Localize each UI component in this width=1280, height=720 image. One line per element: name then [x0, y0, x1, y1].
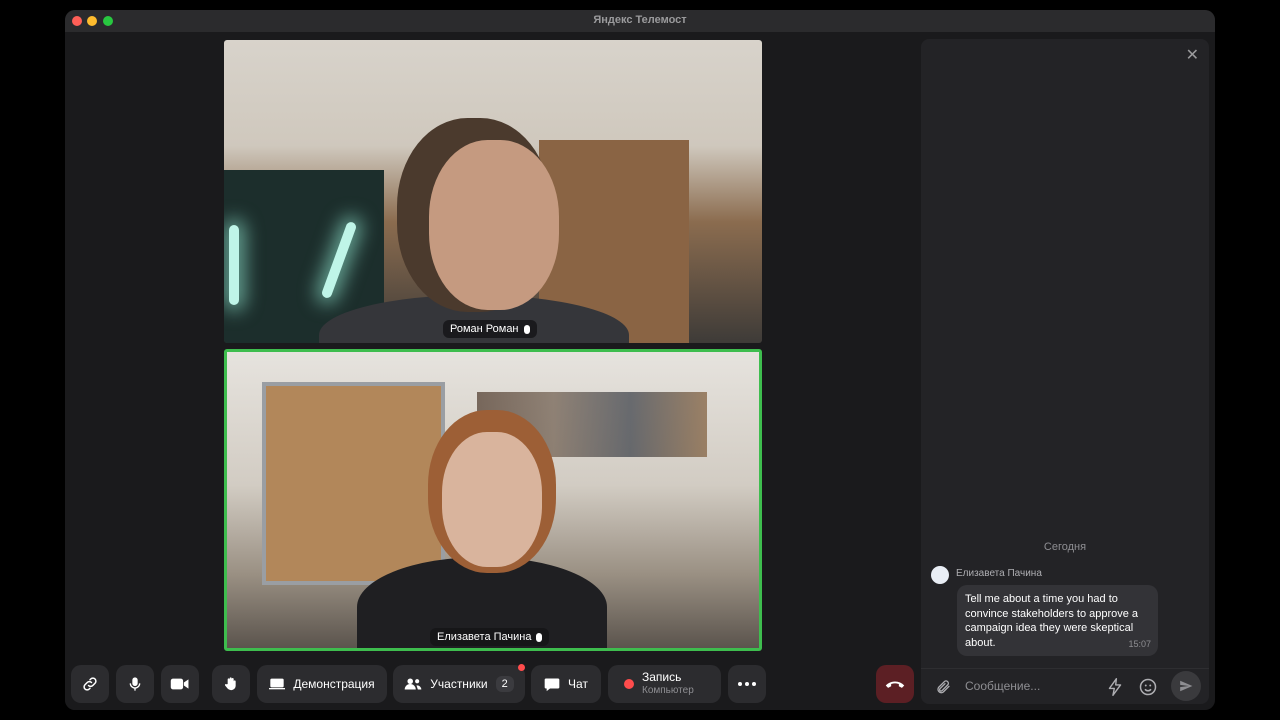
participants-label: Участники [430, 677, 488, 691]
hand-icon [224, 677, 236, 691]
participant-name: Елизавета Пачина [437, 631, 532, 643]
chat-panel: ✕ Сегодня Елизавета Пачина Tell me about… [921, 39, 1209, 704]
more-button[interactable] [728, 665, 766, 703]
screen-share-label: Демонстрация [293, 677, 375, 691]
camera-icon [170, 678, 189, 690]
participants-button[interactable]: Участники 2 [393, 664, 525, 703]
message-author: Елизавета Пачина [956, 568, 1042, 579]
chat-label: Чат [568, 677, 588, 691]
chat-icon [544, 678, 560, 691]
screen-share-button[interactable]: Демонстрация [257, 665, 387, 703]
hang-up-icon [885, 681, 905, 688]
link-icon [83, 677, 97, 691]
message-time: 15:07 [1128, 638, 1151, 649]
camera-button[interactable] [161, 665, 199, 703]
raise-hand-button[interactable] [212, 665, 250, 703]
mic-icon [129, 677, 141, 691]
participant-name: Роман Роман [450, 323, 519, 335]
screen-icon [269, 678, 286, 690]
hang-up-button[interactable] [876, 665, 914, 703]
paperclip-icon[interactable] [935, 678, 951, 696]
mic-icon [523, 324, 530, 334]
participant-name-tag: Елизавета Пачина [430, 628, 550, 646]
mic-icon [536, 632, 543, 642]
participant-name-tag: Роман Роман [443, 320, 537, 338]
close-icon[interactable]: ✕ [1186, 45, 1199, 65]
video-tile-roman[interactable]: Роман Роман [224, 40, 762, 343]
participant-head [442, 432, 542, 567]
more-icon [738, 682, 756, 686]
video-stage: Роман Роман Елизавета Пачина Демонстраци… [65, 32, 920, 710]
record-button[interactable]: Запись Компьютер [608, 665, 721, 703]
record-icon [624, 679, 634, 689]
title-bar: Яндекс Телемост [65, 10, 1215, 32]
notification-dot [518, 664, 525, 671]
day-separator: Сегодня [1043, 541, 1087, 553]
message-text: Tell me about a time you had to convince… [965, 593, 1139, 649]
message-composer: Сообщение... [921, 668, 1209, 704]
lightning-icon[interactable] [1108, 678, 1122, 696]
participant-head [429, 140, 559, 310]
chat-button[interactable]: Чат [531, 665, 601, 703]
emoji-icon[interactable] [1139, 678, 1157, 696]
video-tile-elizaveta[interactable]: Елизавета Пачина [224, 349, 762, 651]
message-input[interactable]: Сообщение... [965, 679, 1040, 693]
cork-board [262, 382, 445, 585]
record-text: Запись Компьютер [642, 670, 694, 698]
app-window: Яндекс Телемост Роман Роман Елизавета Па… [65, 10, 1215, 710]
record-label: Запись [642, 670, 682, 684]
window-title: Яндекс Телемост [593, 14, 687, 26]
record-sublabel: Компьютер [642, 685, 694, 696]
avatar [931, 566, 949, 584]
send-button[interactable] [1171, 671, 1201, 701]
participants-count-badge: 2 [495, 676, 514, 692]
message-bubble: Tell me about a time you had to convince… [957, 585, 1158, 656]
people-icon [404, 678, 422, 690]
microphone-button[interactable] [116, 665, 154, 703]
copy-link-button[interactable] [71, 665, 109, 703]
call-toolbar: Демонстрация Участники 2 Чат Запись Комп… [65, 664, 920, 705]
send-icon [1180, 680, 1193, 692]
wall-lamp [229, 225, 239, 305]
